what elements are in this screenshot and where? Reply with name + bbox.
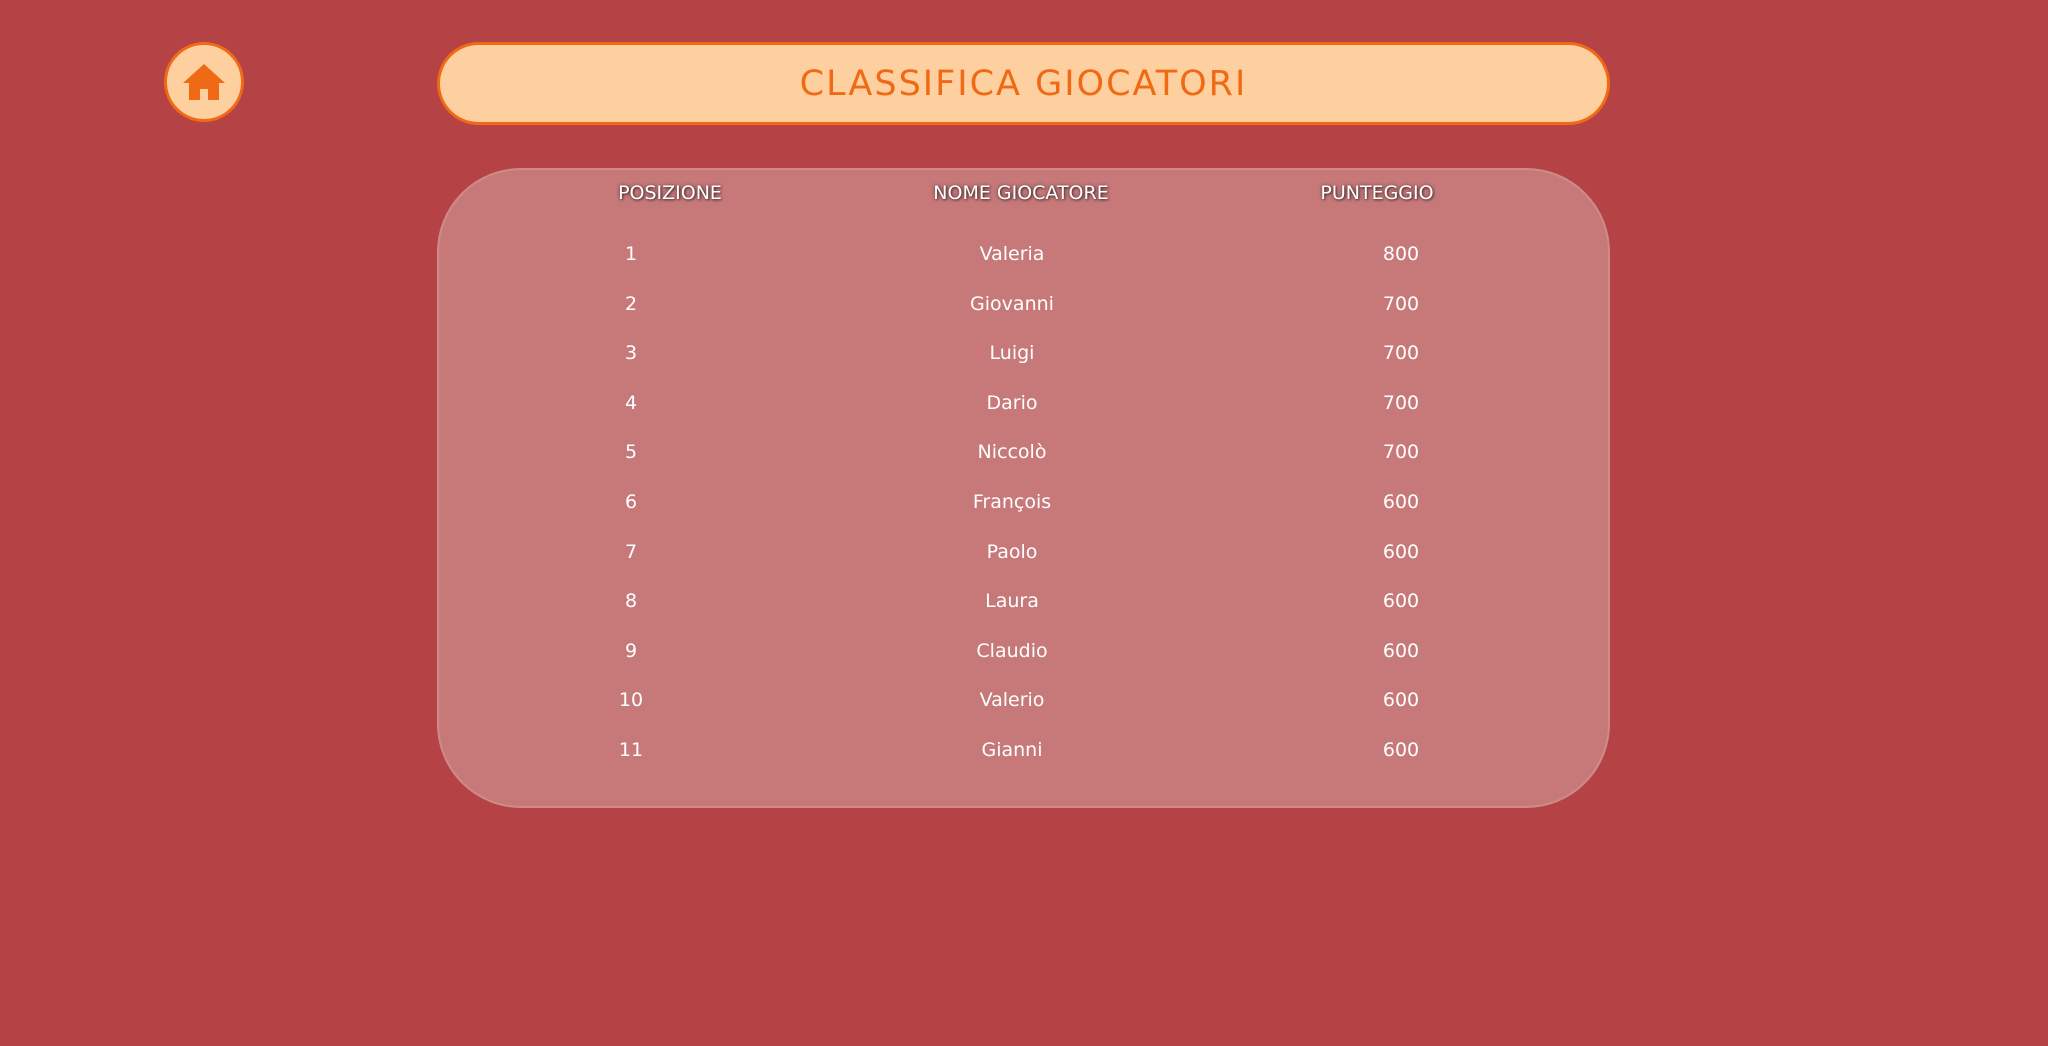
row-position: 4 [624, 391, 638, 414]
row-score: 600 [1382, 689, 1420, 712]
row-player-name: Niccolò [977, 441, 1047, 464]
row-player-name: Luigi [989, 342, 1035, 365]
row-position: 3 [624, 342, 638, 365]
row-position: 11 [618, 739, 644, 761]
row-score: 700 [1382, 441, 1420, 464]
row-score: 700 [1382, 342, 1420, 365]
row-score: 600 [1382, 639, 1420, 662]
row-player-name: Laura [985, 590, 1039, 613]
row-score: 700 [1382, 292, 1420, 315]
row-player-name: Valerio [979, 689, 1045, 712]
column-header-position: POSIZIONE [618, 182, 722, 204]
row-score: 700 [1382, 391, 1420, 414]
home-button[interactable] [164, 42, 244, 122]
row-player-name: Giovanni [970, 292, 1054, 315]
row-player-name: Valeria [979, 243, 1045, 265]
row-score: 600 [1382, 491, 1420, 513]
row-player-name: Claudio [976, 639, 1048, 662]
row-score: 600 [1382, 590, 1420, 613]
row-player-name: François [972, 491, 1052, 513]
home-icon [181, 62, 227, 102]
column-header-player-name: NOME GIOCATORE [933, 182, 1109, 204]
row-player-name: Gianni [981, 739, 1043, 761]
title-bar: CLASSIFICA GIOCATORI [437, 42, 1610, 125]
row-position: 7 [624, 540, 638, 563]
row-position: 8 [624, 590, 638, 613]
row-position: 5 [624, 441, 638, 464]
row-score: 600 [1382, 540, 1420, 563]
row-position: 9 [624, 639, 638, 662]
page-title: CLASSIFICA GIOCATORI [799, 63, 1248, 104]
row-position: 6 [624, 491, 638, 513]
row-score: 800 [1382, 243, 1420, 265]
row-position: 2 [624, 292, 638, 315]
row-score: 600 [1382, 739, 1420, 761]
row-player-name: Paolo [986, 540, 1038, 563]
leaderboard-table: POSIZIONE NOME GIOCATORE PUNTEGGIO 1 Vale… [437, 168, 1610, 808]
row-player-name: Dario [986, 391, 1038, 414]
column-header-score: PUNTEGGIO [1320, 182, 1434, 204]
row-position: 10 [618, 689, 644, 712]
row-position: 1 [624, 243, 638, 265]
